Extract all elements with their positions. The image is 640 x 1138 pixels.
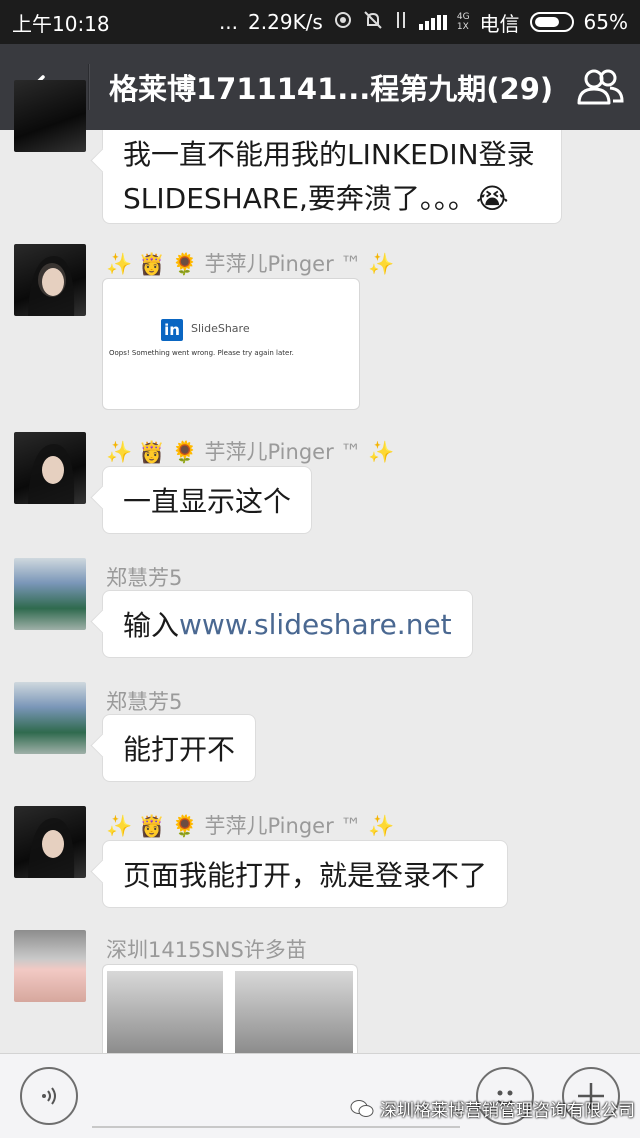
sender-name: 深圳1415SNS许多苗 xyxy=(106,938,307,962)
group-icon xyxy=(577,69,624,105)
group-members-button[interactable] xyxy=(560,44,640,130)
signal-icon xyxy=(418,14,447,30)
network-type: 4G 1X xyxy=(456,12,470,32)
battery-percent: 65% xyxy=(583,10,628,34)
message-bubble[interactable]: 一直显示这个 xyxy=(102,466,313,534)
avatar[interactable] xyxy=(14,432,86,504)
message-bubble[interactable]: 页面我能打开，就是登录不了 xyxy=(102,840,509,908)
message-text-line: 我一直不能用我的LINKEDIN登录 xyxy=(123,137,535,171)
status-time: 上午10:18 xyxy=(12,11,110,36)
data-transfer-icon xyxy=(393,10,409,35)
error-text: Oops! Something went wrong. Please try a… xyxy=(109,349,294,357)
message-text: 一直显示这个 xyxy=(123,485,292,518)
chat-title: 格莱博1711141...程第九期(29) xyxy=(109,72,554,106)
voice-icon xyxy=(42,1087,56,1105)
message-text: 页面我能打开，就是登录不了 xyxy=(123,859,488,892)
image-message[interactable] xyxy=(102,964,358,1054)
sync-icon xyxy=(333,10,353,35)
message-text: 输入 xyxy=(123,609,180,642)
carrier-label: 电信 xyxy=(479,11,520,36)
slideshare-brand: SlideShare xyxy=(191,322,250,335)
message-bubble[interactable]: 能打开不 xyxy=(102,714,257,782)
message-input[interactable] xyxy=(92,1126,460,1128)
avatar[interactable] xyxy=(14,558,86,630)
watermark: 深圳格莱博营销管理咨询有限公司 xyxy=(350,1096,635,1121)
avatar[interactable] xyxy=(14,682,86,754)
sender-name: ✨ 👸 🌻 芋萍儿Pinger ™ ✨ xyxy=(106,814,395,838)
status-right: ... 2.29K/s 4G 1X 电信 65% xyxy=(219,8,628,37)
mute-icon xyxy=(363,10,383,35)
avatar[interactable] xyxy=(14,244,86,316)
message-text: 能打开不 xyxy=(123,733,236,766)
watermark-text: 深圳格莱博营销管理咨询有限公司 xyxy=(380,1101,635,1121)
status-speed: 2.29K/s xyxy=(248,10,323,34)
sender-name: 郑慧芳5 xyxy=(106,566,183,590)
wechat-icon xyxy=(350,1099,374,1117)
message-text-line: SLIDESHARE,要奔溃了。。。😭 xyxy=(123,181,509,215)
sender-name: 郑慧芳5 xyxy=(106,690,183,714)
status-dots: ... xyxy=(218,10,239,34)
message-bubble[interactable]: 输入 www.slideshare.net xyxy=(102,590,473,658)
voice-button[interactable] xyxy=(20,1067,78,1125)
message-bubble[interactable]: 我一直不能用我的LINKEDIN登录 SLIDESHARE,要奔溃了。。。😭 xyxy=(102,130,562,224)
linkedin-logo: in xyxy=(161,319,183,341)
message-link[interactable]: www.slideshare.net xyxy=(179,608,452,641)
photo-thumbnail[interactable] xyxy=(107,971,223,1054)
sender-name: ✨ 👸 🌻 芋萍儿Pinger ™ ✨ xyxy=(106,440,395,464)
status-bar: 上午10:18 ... 2.29K/s 4G 1X 电信 65% xyxy=(0,0,640,44)
chat-header: 格莱博1711141...程第九期(29) xyxy=(0,44,640,130)
photo-thumbnail[interactable] xyxy=(235,971,353,1054)
avatar[interactable] xyxy=(14,806,86,878)
avatar[interactable] xyxy=(14,930,86,1002)
image-message[interactable]: in SlideShare Oops! Something went wrong… xyxy=(102,278,360,410)
sender-name: ✨ 👸 🌻 芋萍儿Pinger ™ ✨ xyxy=(106,252,395,276)
avatar[interactable] xyxy=(14,80,86,152)
battery-icon xyxy=(529,12,574,32)
